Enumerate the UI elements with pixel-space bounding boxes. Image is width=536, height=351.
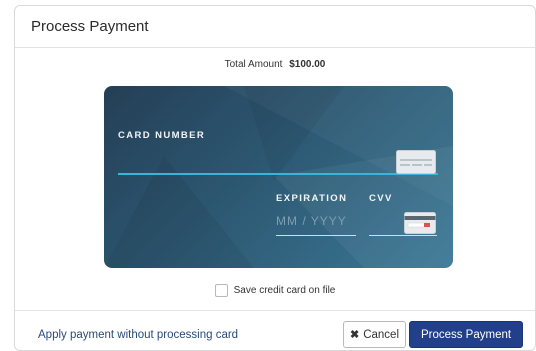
- process-payment-button[interactable]: Process Payment: [409, 321, 523, 348]
- modal-footer: Apply payment without processing card ✖ …: [15, 310, 535, 351]
- cancel-button-label: Cancel: [363, 328, 400, 341]
- cancel-button[interactable]: ✖ Cancel: [343, 321, 406, 348]
- total-amount-label: Total Amount: [224, 59, 283, 70]
- cvv-label: CVV: [369, 193, 393, 204]
- save-card-checkbox[interactable]: [214, 284, 228, 297]
- card-number-input[interactable]: [118, 173, 438, 175]
- save-card-label: Save credit card on file: [233, 285, 336, 296]
- expiration-label: EXPIRATION: [276, 193, 348, 204]
- card-number-label: CARD NUMBER: [118, 130, 206, 141]
- total-amount-row: Total Amount $100.00: [15, 59, 535, 70]
- credit-card-back-icon: [404, 212, 436, 239]
- credit-card-form: CARD NUMBER EXPIRATION CVV: [104, 86, 453, 268]
- credit-card-front-icon: [396, 150, 436, 179]
- close-icon: ✖: [349, 329, 360, 341]
- apply-without-processing-link[interactable]: Apply payment without processing card: [38, 329, 238, 341]
- modal-title: Process Payment: [31, 18, 149, 35]
- modal-header: Process Payment: [15, 6, 535, 48]
- save-card-row: Save credit card on file: [15, 284, 535, 297]
- total-amount-value: $100.00: [289, 59, 326, 70]
- expiration-input[interactable]: [276, 206, 356, 236]
- process-payment-modal: Process Payment Total Amount $100.00 CAR…: [14, 5, 536, 351]
